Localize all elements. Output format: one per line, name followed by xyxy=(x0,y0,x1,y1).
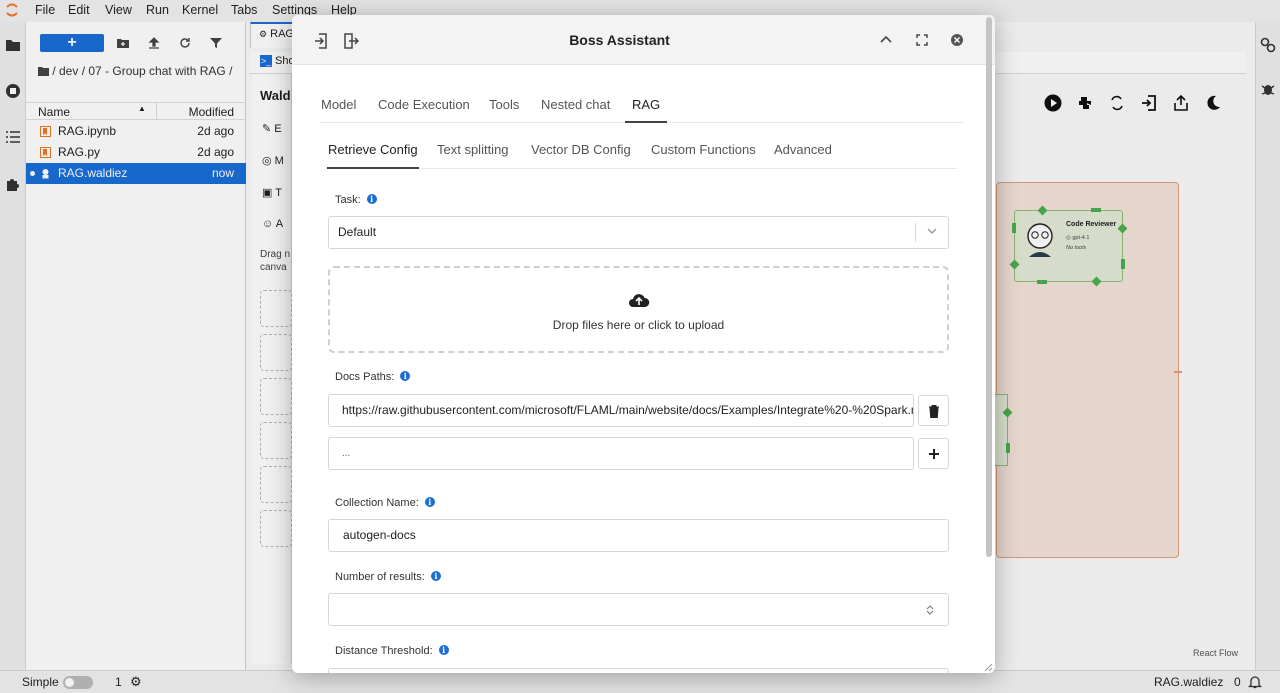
task-select[interactable]: Default xyxy=(328,216,949,249)
info-icon[interactable]: i xyxy=(438,645,449,655)
docs-paths-label: Docs Paths: i xyxy=(335,371,411,383)
info-icon[interactable]: i xyxy=(366,194,377,204)
tab-rag[interactable]: RAG xyxy=(625,97,668,123)
number-of-results-label-text: Number of results: xyxy=(335,571,425,583)
add-path-button[interactable] xyxy=(918,438,949,469)
select-separator xyxy=(915,223,916,242)
task-label: Task: i xyxy=(335,194,377,206)
number-of-results-input[interactable] xyxy=(328,593,949,626)
dropzone-text: Drop files here or click to upload xyxy=(552,318,725,332)
docs-path-input[interactable]: https://raw.githubusercontent.com/micros… xyxy=(328,394,914,427)
modal-scrollbar[interactable] xyxy=(986,17,992,557)
docs-path-value: https://raw.githubusercontent.com/micros… xyxy=(342,403,914,417)
resize-grip-icon[interactable] xyxy=(984,663,993,672)
fullscreen-icon[interactable] xyxy=(914,32,930,48)
subtab-text-splitting[interactable]: Text splitting xyxy=(437,142,509,169)
info-icon[interactable]: i xyxy=(424,497,435,507)
tab-code-execution[interactable]: Code Execution xyxy=(378,97,470,123)
modal-header: Boss Assistant xyxy=(292,15,995,65)
collapse-icon[interactable] xyxy=(878,32,894,48)
task-select-value: Default xyxy=(338,225,377,239)
delete-path-button[interactable] xyxy=(918,395,949,426)
docs-paths-label-text: Docs Paths: xyxy=(335,371,395,383)
modal-title: Boss Assistant xyxy=(569,32,670,48)
distance-threshold-input[interactable] xyxy=(328,668,949,673)
chevron-down-icon[interactable] xyxy=(926,225,938,237)
subtab-advanced[interactable]: Advanced xyxy=(774,142,832,169)
task-label-text: Task: xyxy=(335,194,361,206)
new-docs-path-input[interactable]: ... xyxy=(328,437,914,470)
tab-model[interactable]: Model xyxy=(321,97,356,123)
agent-tabs: Model Code Execution Tools Nested chat R… xyxy=(320,93,964,123)
rag-subtabs: Retrieve Config Text splitting Vector DB… xyxy=(327,137,957,169)
tab-tools[interactable]: Tools xyxy=(489,97,519,123)
cloud-upload-icon xyxy=(629,294,650,307)
info-icon[interactable]: i xyxy=(400,371,411,381)
file-dropzone[interactable]: Drop files here or click to upload xyxy=(328,266,949,353)
distance-threshold-label-text: Distance Threshold: xyxy=(335,645,433,657)
number-of-results-label: Number of results: i xyxy=(335,571,441,583)
tab-nested-chat[interactable]: Nested chat xyxy=(541,97,610,123)
new-docs-path-placeholder: ... xyxy=(342,448,351,459)
close-icon[interactable] xyxy=(949,32,965,48)
collection-name-label: Collection Name: i xyxy=(335,497,435,509)
collection-name-label-text: Collection Name: xyxy=(335,497,419,509)
info-icon[interactable]: i xyxy=(430,571,441,581)
subtab-retrieve-config[interactable]: Retrieve Config xyxy=(327,142,419,169)
subtab-custom-functions[interactable]: Custom Functions xyxy=(651,142,756,169)
collection-name-value: autogen-docs xyxy=(343,528,416,542)
subtab-vector-db-config[interactable]: Vector DB Config xyxy=(531,142,631,169)
plus-icon xyxy=(929,449,939,459)
number-stepper-icon[interactable] xyxy=(926,604,934,616)
agent-settings-modal: Boss Assistant Model Code Execution Tool… xyxy=(292,15,995,673)
trash-icon xyxy=(929,405,939,418)
collection-name-input[interactable]: autogen-docs xyxy=(328,519,949,552)
distance-threshold-label: Distance Threshold: i xyxy=(335,645,449,657)
